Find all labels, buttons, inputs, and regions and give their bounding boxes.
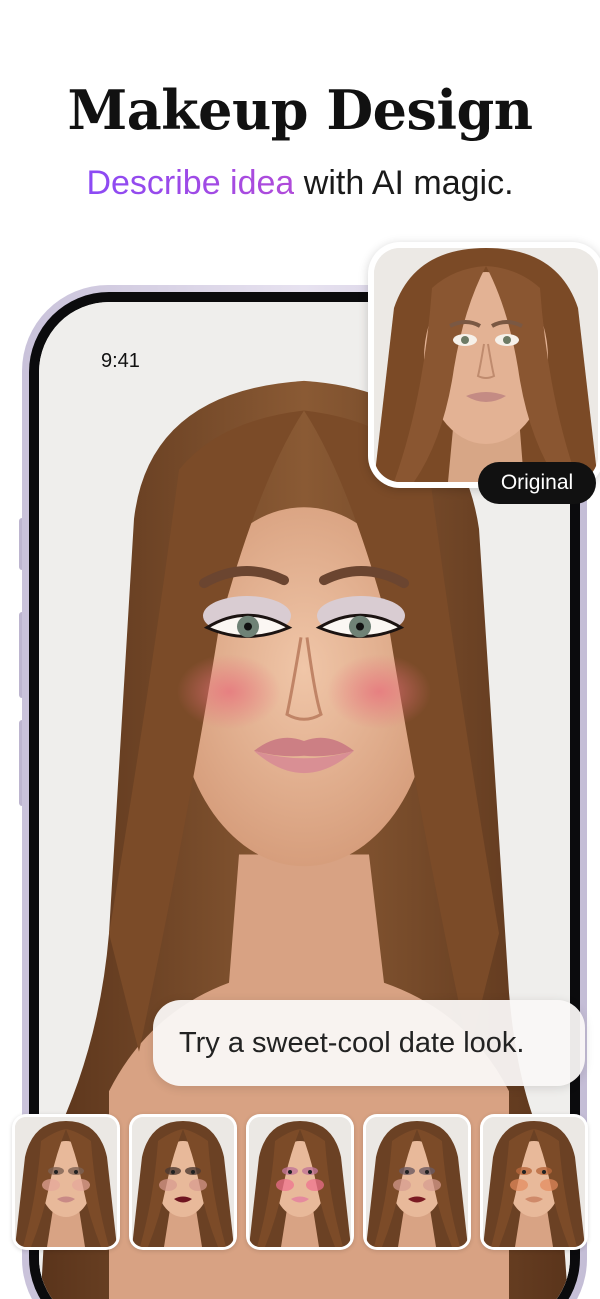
original-portrait	[374, 248, 598, 482]
style-thumbnail[interactable]	[129, 1114, 237, 1250]
style-portrait	[483, 1117, 585, 1247]
style-thumbnail[interactable]	[246, 1114, 354, 1250]
subtitle-rest: with AI magic.	[294, 164, 514, 202]
subtitle-accent: Describe idea	[86, 164, 295, 202]
style-thumbnail[interactable]	[12, 1114, 120, 1250]
status-bar-time: 9:41	[101, 350, 140, 372]
style-thumbnail[interactable]	[480, 1114, 588, 1250]
style-thumbnail-strip	[12, 1114, 590, 1250]
original-badge: Original	[478, 462, 596, 504]
style-portrait	[15, 1117, 117, 1247]
style-portrait	[132, 1117, 234, 1247]
style-portrait	[249, 1117, 351, 1247]
style-thumbnail[interactable]	[363, 1114, 471, 1250]
prompt-bubble: Try a sweet-cool date look.	[153, 1000, 585, 1086]
page-subtitle: Describe idea with AI magic.	[0, 164, 600, 203]
page-title: Makeup Design	[67, 78, 533, 142]
style-portrait	[366, 1117, 468, 1247]
original-photo-card[interactable]	[368, 242, 600, 488]
original-photo	[374, 248, 598, 482]
